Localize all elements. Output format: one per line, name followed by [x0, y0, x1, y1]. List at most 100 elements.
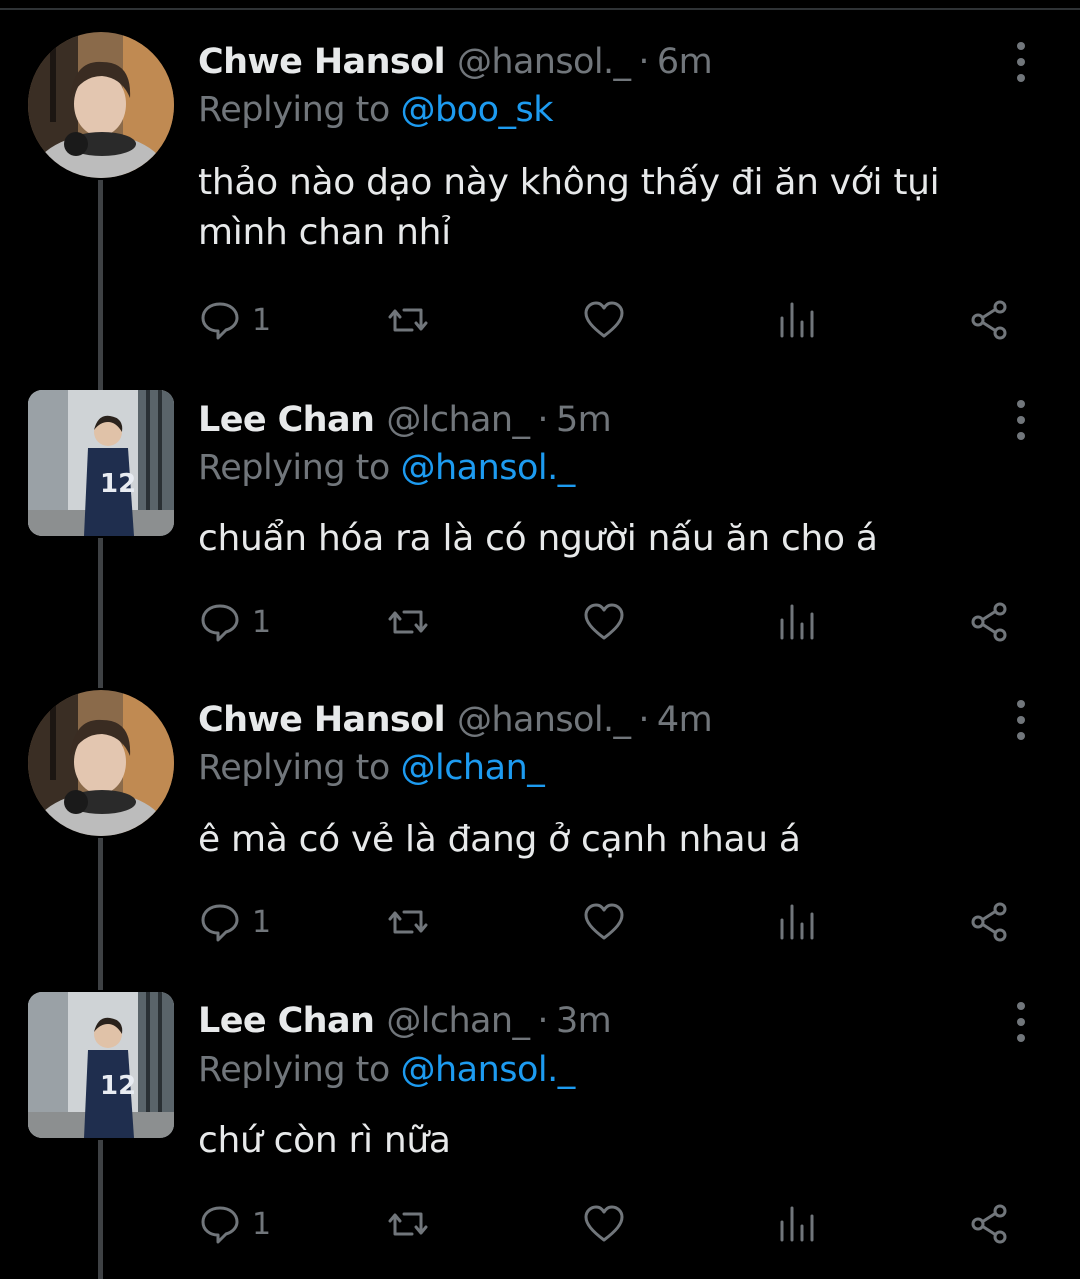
heart-icon [584, 301, 624, 338]
retweet-icon [388, 610, 428, 634]
avatar-image: 12 [28, 390, 174, 536]
views-button[interactable] [776, 1200, 820, 1248]
retweet-icon [388, 1212, 428, 1236]
user-handle[interactable]: @hansol._ [457, 700, 631, 740]
display-name[interactable]: Chwe Hansol [198, 700, 446, 740]
tweet-header: Lee Chan @lchan_ · 5m [198, 400, 612, 450]
tweet-header: Chwe Hansol @hansol._ · 6m [198, 42, 713, 92]
svg-text:12: 12 [100, 469, 136, 499]
user-handle[interactable]: @lchan_ [386, 1001, 530, 1041]
avatar-image [28, 32, 174, 178]
replying-prefix: Replying to [198, 448, 390, 488]
more-vertical-icon[interactable] [1008, 700, 1034, 740]
user-handle[interactable]: @hansol._ [457, 42, 631, 82]
tweet-header: Lee Chan @lchan_ · 3m [198, 1001, 612, 1051]
views-icon [780, 1206, 814, 1242]
replying-prefix: Replying to [198, 90, 390, 130]
timestamp[interactable]: 6m [657, 42, 713, 82]
retweet-button[interactable] [386, 898, 430, 946]
action-bar: 1 [198, 296, 1018, 344]
tweet-text: chứ còn rì nữa [198, 1120, 451, 1161]
reply-button[interactable]: 1 [198, 1200, 271, 1248]
tweet-header: Chwe Hansol @hansol._ · 4m [198, 700, 713, 750]
user-handle[interactable]: @lchan_ [386, 400, 530, 440]
tweet-text: chuẩn hóa ra là có người nấu ăn cho á [198, 518, 878, 559]
mention-link[interactable]: @boo_sk [400, 90, 553, 130]
retweet-button[interactable] [386, 296, 430, 344]
display-name[interactable]: Lee Chan [198, 1001, 375, 1041]
reply-count: 1 [252, 302, 272, 338]
heart-icon [584, 1205, 624, 1242]
like-button[interactable] [582, 296, 626, 344]
replying-to: Replying to @hansol._ [198, 448, 575, 488]
more-vertical-icon[interactable] [1008, 400, 1034, 440]
replying-to: Replying to @lchan_ [198, 748, 545, 788]
timestamp[interactable]: 5m [556, 400, 612, 440]
separator-dot: · [638, 42, 649, 82]
display-name[interactable]: Chwe Hansol [198, 42, 446, 82]
views-button[interactable] [776, 898, 820, 946]
avatar-hansol[interactable] [28, 690, 174, 836]
display-name[interactable]: Lee Chan [198, 400, 375, 440]
reply-count: 1 [252, 904, 272, 940]
share-button[interactable] [968, 1200, 1012, 1248]
thread-line [98, 838, 103, 990]
svg-text:12: 12 [100, 1071, 136, 1101]
thread-line [98, 538, 103, 688]
views-button[interactable] [776, 296, 820, 344]
reply-icon [201, 904, 239, 942]
like-button[interactable] [582, 598, 626, 646]
reply-icon [201, 604, 239, 642]
like-button[interactable] [582, 1200, 626, 1248]
separator-dot: · [537, 400, 548, 440]
reply-button[interactable]: 1 [198, 296, 271, 344]
mention-link[interactable]: @hansol._ [400, 1050, 575, 1090]
retweet-icon [388, 910, 428, 934]
reply-count: 1 [252, 604, 272, 640]
avatar-chan[interactable]: 12 [28, 390, 174, 536]
reply-button[interactable]: 1 [198, 598, 271, 646]
tweet-text: ê mà có vẻ là đang ở cạnh nhau á [198, 819, 801, 860]
mention-link[interactable]: @lchan_ [400, 748, 544, 788]
avatar-chan[interactable]: 12 [28, 992, 174, 1138]
mention-link[interactable]: @hansol._ [400, 448, 575, 488]
avatar-image [28, 690, 174, 836]
thread-line [98, 180, 103, 390]
views-icon [780, 604, 814, 640]
retweet-icon [388, 308, 428, 332]
thread-line [98, 1140, 103, 1279]
share-icon [971, 1204, 1007, 1244]
views-icon [780, 302, 814, 338]
more-vertical-icon[interactable] [1008, 1002, 1034, 1042]
share-button[interactable] [968, 898, 1012, 946]
separator-dot: · [638, 700, 649, 740]
heart-icon [584, 903, 624, 940]
more-vertical-icon[interactable] [1008, 42, 1034, 82]
reply-icon [201, 302, 239, 340]
share-icon [971, 902, 1007, 942]
avatar-image: 12 [28, 992, 174, 1138]
share-icon [971, 300, 1007, 340]
views-button[interactable] [776, 598, 820, 646]
avatar-hansol[interactable] [28, 32, 174, 178]
replying-prefix: Replying to [198, 748, 390, 788]
timestamp[interactable]: 4m [657, 700, 713, 740]
retweet-button[interactable] [386, 598, 430, 646]
action-bar: 1 [198, 1200, 1018, 1248]
like-button[interactable] [582, 898, 626, 946]
timestamp[interactable]: 3m [556, 1001, 612, 1041]
replying-prefix: Replying to [198, 1050, 390, 1090]
share-button[interactable] [968, 296, 1012, 344]
action-bar: 1 [198, 898, 1018, 946]
share-button[interactable] [968, 598, 1012, 646]
reply-count: 1 [252, 1206, 272, 1242]
top-divider [0, 8, 1080, 10]
retweet-button[interactable] [386, 1200, 430, 1248]
replying-to: Replying to @boo_sk [198, 90, 554, 130]
reply-button[interactable]: 1 [198, 898, 271, 946]
separator-dot: · [537, 1001, 548, 1041]
replying-to: Replying to @hansol._ [198, 1050, 575, 1090]
reply-icon [201, 1206, 239, 1244]
views-icon [780, 904, 814, 940]
share-icon [971, 602, 1007, 642]
